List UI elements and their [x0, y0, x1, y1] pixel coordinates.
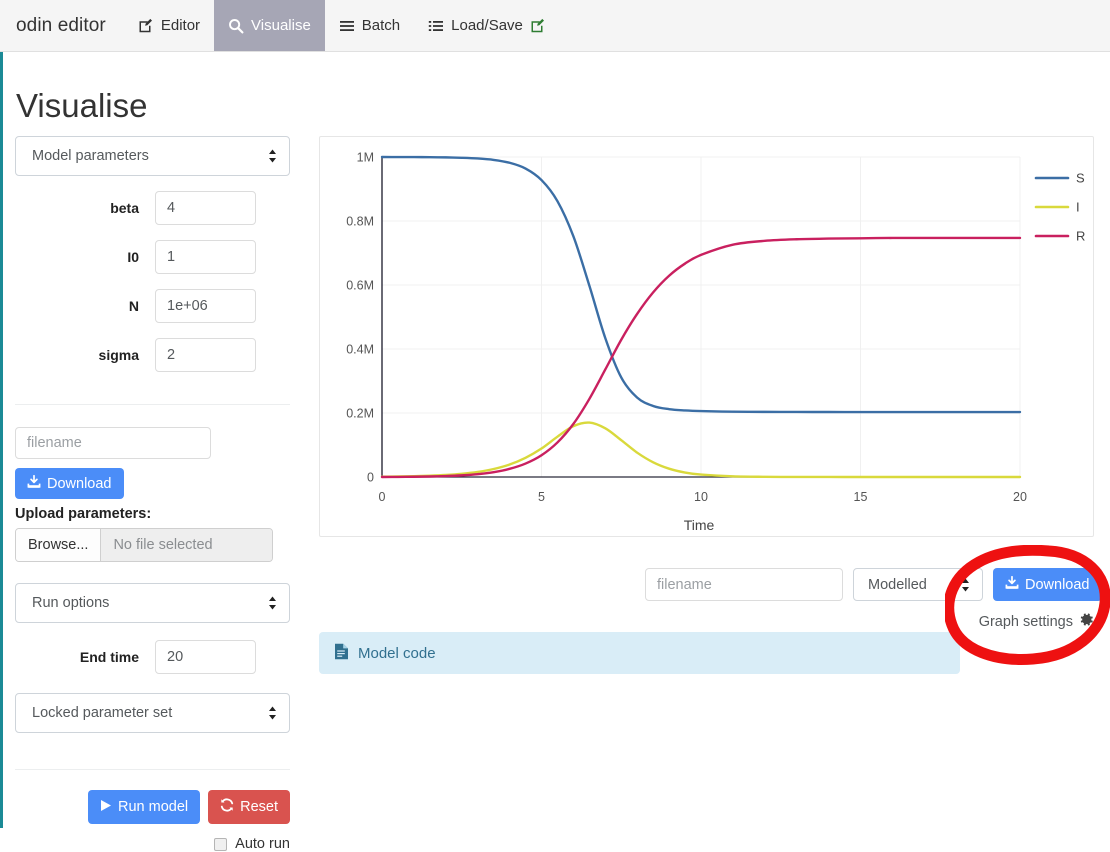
download-icon	[1005, 575, 1019, 594]
selected-file-name: No file selected	[101, 529, 272, 561]
browse-button[interactable]: Browse...	[16, 529, 102, 561]
reset-label: Reset	[240, 799, 278, 815]
chevron-updown-icon	[961, 578, 970, 592]
chevron-updown-icon	[268, 706, 277, 720]
parameter-list: beta I0 N sigma	[15, 191, 290, 372]
svg-text:I: I	[1076, 200, 1080, 215]
chart-series-select-value: Modelled	[868, 576, 927, 593]
run-options-select-value: Run options	[32, 595, 110, 611]
nav-item-editor-label: Editor	[160, 17, 201, 34]
end-time-input[interactable]	[155, 640, 256, 674]
left-edge-accent	[0, 52, 3, 828]
edit-square-icon	[138, 18, 154, 34]
chart-download-button[interactable]: Download	[993, 568, 1102, 601]
svg-text:15: 15	[854, 490, 868, 504]
svg-text:10: 10	[694, 490, 708, 504]
page-title: Visualise	[16, 87, 148, 124]
chart-filename-input[interactable]	[645, 568, 843, 601]
parameter-label-N: N	[128, 298, 139, 314]
model-parameters-select-value: Model parameters	[32, 148, 149, 164]
chart-panel: 0 0.2M 0.4M 0.6M 0.8M 1M 0 5 10 15 20 SIR Time	[319, 136, 1094, 537]
gear-icon	[1079, 612, 1094, 631]
end-time-label: End time	[79, 649, 139, 665]
parameters-filename-input[interactable]	[15, 427, 211, 459]
locked-parameter-set-select[interactable]: Locked parameter set	[15, 693, 290, 733]
run-options-select[interactable]: Run options	[15, 583, 290, 623]
action-buttons: Run model Reset	[15, 790, 290, 824]
download-icon	[27, 474, 41, 493]
parameter-label-sigma: sigma	[98, 347, 139, 363]
search-icon	[228, 18, 244, 34]
locked-parameter-set-value: Locked parameter set	[32, 705, 173, 721]
chart-download-label: Download	[1025, 576, 1090, 593]
end-time-row: End time	[15, 640, 290, 674]
svg-text:0.8M: 0.8M	[346, 215, 374, 229]
svg-text:5: 5	[538, 490, 545, 504]
nav-item-loadsave[interactable]: Load/Save	[414, 0, 560, 51]
divider-2	[15, 769, 290, 770]
list-icon	[428, 18, 444, 34]
navbar: odin editor Editor Visualise Batch Load/…	[0, 0, 1110, 52]
run-model-label: Run model	[117, 799, 189, 815]
nav-item-visualise[interactable]: Visualise	[214, 0, 325, 51]
parameter-label-I0: I0	[127, 249, 139, 265]
nav-item-batch-label: Batch	[361, 17, 401, 34]
parameter-input-beta[interactable]	[155, 191, 256, 225]
bars-icon	[339, 18, 355, 34]
divider-1	[15, 404, 290, 405]
play-icon	[100, 799, 112, 816]
svg-text:S: S	[1076, 171, 1085, 186]
graph-settings-link[interactable]: Graph settings	[979, 612, 1094, 631]
parameter-input-N[interactable]	[155, 289, 256, 323]
chart-series-select[interactable]: Modelled	[853, 568, 983, 601]
svg-text:R: R	[1076, 229, 1085, 244]
sidebar: Model parameters beta I0 N sigma	[15, 136, 290, 852]
document-icon	[334, 643, 349, 664]
svg-text:20: 20	[1013, 490, 1027, 504]
reset-button[interactable]: Reset	[208, 790, 290, 824]
parameter-label-beta: beta	[110, 200, 139, 216]
edit-pencil-green-icon	[530, 18, 546, 34]
app-brand[interactable]: odin editor	[0, 0, 124, 51]
svg-text:1M: 1M	[357, 151, 374, 165]
chart-x-axis-title: Time	[684, 517, 715, 533]
chart-legend[interactable]: SIR	[1034, 171, 1085, 244]
auto-run-checkbox[interactable]	[214, 837, 228, 851]
upload-parameters-label: Upload parameters:	[15, 506, 152, 522]
auto-run-label: Auto run	[235, 836, 290, 852]
svg-text:0.2M: 0.2M	[346, 407, 374, 421]
parameter-input-sigma[interactable]	[155, 338, 256, 372]
svg-text:0: 0	[379, 490, 386, 504]
run-model-button[interactable]: Run model	[87, 790, 201, 824]
refresh-icon	[220, 798, 234, 816]
parameters-download-button[interactable]: Download	[15, 468, 124, 499]
model-code-bar[interactable]: Model code	[319, 632, 960, 674]
parameter-row-I0: I0	[15, 240, 290, 274]
svg-text:0.4M: 0.4M	[346, 343, 374, 357]
chart-svg[interactable]: 0 0.2M 0.4M 0.6M 0.8M 1M 0 5 10 15 20 SIR Time	[320, 137, 1093, 536]
graph-settings-label: Graph settings	[978, 613, 1073, 630]
upload-parameters-file-input[interactable]: Browse... No file selected	[15, 528, 273, 562]
model-parameters-select[interactable]: Model parameters	[15, 136, 290, 176]
svg-text:0.6M: 0.6M	[346, 279, 374, 293]
chart-controls: Modelled Download	[645, 568, 1102, 601]
chart-tick-labels: 0 0.2M 0.4M 0.6M 0.8M 1M 0 5 10 15 20	[346, 151, 1027, 505]
parameter-row-sigma: sigma	[15, 338, 290, 372]
parameter-row-N: N	[15, 289, 290, 323]
parameter-input-I0[interactable]	[155, 240, 256, 274]
chevron-updown-icon	[268, 149, 277, 163]
nav-item-loadsave-label: Load/Save	[451, 17, 523, 34]
nav-item-editor[interactable]: Editor	[124, 0, 214, 51]
svg-text:0: 0	[367, 471, 374, 485]
chart-gridlines	[382, 156, 1021, 478]
red-circle-annotation	[945, 545, 1110, 665]
nav-item-visualise-label: Visualise	[251, 17, 311, 34]
parameters-download-label: Download	[47, 475, 112, 492]
parameter-row-beta: beta	[15, 191, 290, 225]
chevron-updown-icon	[268, 596, 277, 610]
auto-run-row: Auto run	[15, 836, 290, 852]
nav-item-batch[interactable]: Batch	[325, 0, 414, 51]
model-code-label: Model code	[358, 644, 436, 662]
